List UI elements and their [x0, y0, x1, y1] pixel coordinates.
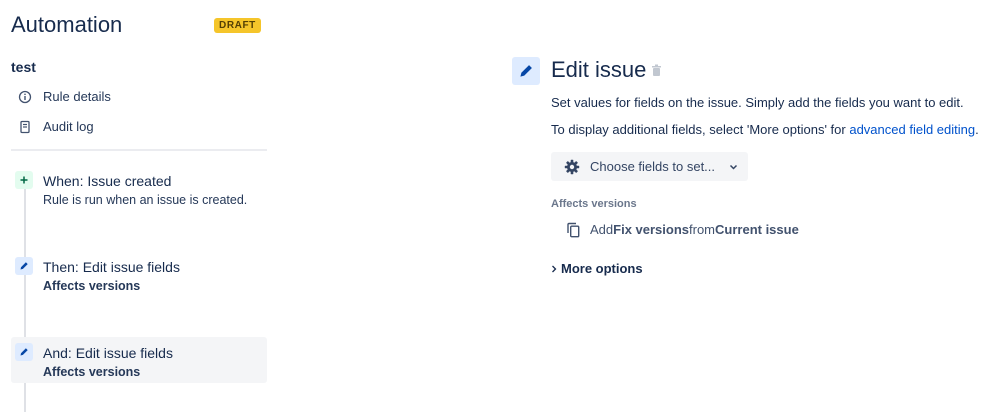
page-title: Automation	[11, 12, 123, 37]
nav-rule-details[interactable]: Rule details	[18, 89, 111, 104]
step-action-2[interactable]: And: Edit issue fields Affects versions	[15, 343, 173, 380]
step-subtitle: Rule is run when an issue is created.	[43, 193, 248, 207]
trash-icon[interactable]	[651, 64, 662, 82]
more-options-label: More options	[561, 261, 643, 276]
panel-description: Set values for fields on the issue. Simp…	[551, 95, 964, 110]
rule-name: test	[11, 59, 36, 75]
step-trigger[interactable]: When: Issue created Rule is run when an …	[15, 171, 247, 208]
step-title: Then: Edit issue fields	[43, 259, 180, 275]
value-source: Current issue	[715, 222, 799, 237]
pencil-icon	[15, 343, 33, 361]
advanced-field-editing-link[interactable]: advanced field editing	[849, 122, 975, 137]
copy-icon	[567, 222, 580, 238]
choose-fields-button[interactable]: Choose fields to set...	[551, 152, 748, 181]
nav-audit-log[interactable]: Audit log	[18, 119, 94, 134]
step-title: And: Edit issue fields	[43, 345, 173, 361]
step-subtitle: Affects versions	[43, 365, 141, 379]
value-field: Fix versions	[613, 222, 690, 237]
field-label: Affects versions	[551, 198, 637, 210]
value-text: Add	[590, 222, 614, 237]
field-value-row: Add Fix versions from Current issue	[566, 222, 799, 238]
draft-badge: DRAFT	[214, 18, 261, 33]
step-subtitle: Affects versions	[43, 279, 141, 293]
document-icon	[20, 120, 30, 133]
pencil-icon	[15, 257, 33, 275]
step-action-1[interactable]: Then: Edit issue fields Affects versions	[15, 257, 180, 294]
nav-label: Audit log	[43, 119, 94, 134]
info-icon	[18, 90, 32, 103]
plus-icon	[15, 171, 33, 189]
choose-fields-label: Choose fields to set...	[590, 159, 716, 174]
nav-label: Rule details	[43, 89, 111, 104]
gear-icon	[564, 159, 580, 174]
hint-text: To display additional fields, select 'Mo…	[551, 122, 850, 137]
pencil-icon	[512, 57, 540, 85]
chevron-down-icon	[729, 164, 738, 170]
step-title: When: Issue created	[43, 173, 172, 189]
hint-suffix: .	[975, 122, 979, 137]
panel-hint: To display additional fields, select 'Mo…	[551, 122, 979, 138]
divider	[11, 149, 267, 151]
chevron-right-icon	[552, 265, 557, 273]
more-options-toggle[interactable]: More options	[551, 261, 643, 277]
value-text: from	[689, 222, 716, 237]
panel-title: Edit issue	[551, 57, 647, 82]
